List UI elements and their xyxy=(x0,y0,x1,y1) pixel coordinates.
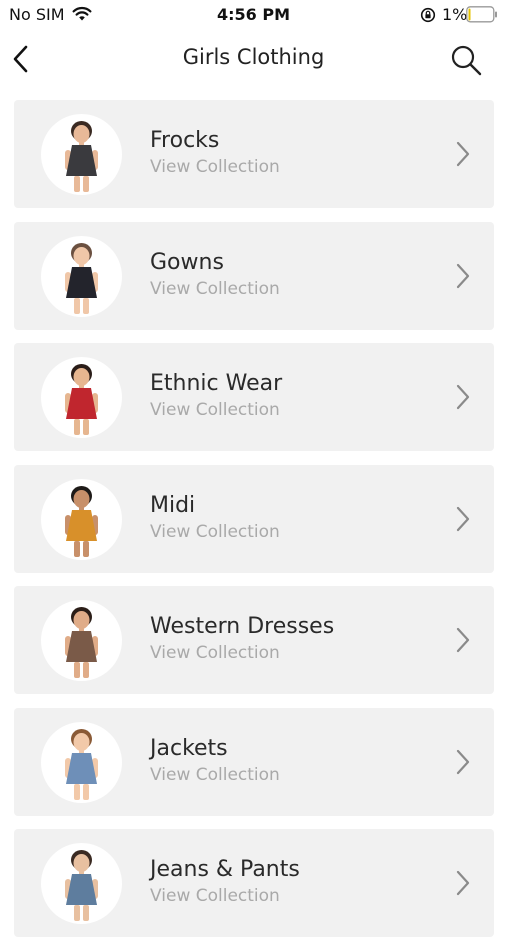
chevron-right-icon xyxy=(456,627,470,653)
page-title: Girls Clothing xyxy=(182,45,325,69)
view-collection-label: View Collection xyxy=(150,400,280,420)
category-card-ethnic-wear[interactable]: Ethnic Wear View Collection xyxy=(14,343,494,451)
category-card-western-dresses[interactable]: Western Dresses View Collection xyxy=(14,586,494,694)
category-thumbnail xyxy=(41,478,122,560)
child-figure xyxy=(65,850,98,921)
battery-percent: 1% xyxy=(442,5,468,24)
category-title: Jeans & Pants xyxy=(150,857,300,882)
view-collection-label: View Collection xyxy=(150,764,280,785)
battery-icon xyxy=(466,6,497,23)
category-thumbnail xyxy=(41,357,122,438)
category-card-jackets[interactable]: Jackets View Collection xyxy=(14,707,494,816)
category-title: Frocks xyxy=(150,128,220,153)
view-collection-label: View Collection xyxy=(150,643,280,663)
search-icon xyxy=(451,45,482,76)
view-collection-label: View Collection xyxy=(150,157,280,177)
orientation-lock-icon xyxy=(420,7,436,23)
chevron-right-icon xyxy=(456,749,470,774)
child-figure xyxy=(65,607,98,678)
chevron-right-icon xyxy=(456,384,470,410)
category-thumbnail xyxy=(41,114,122,195)
child-figure xyxy=(65,728,98,800)
category-card-midi[interactable]: Midi View Collection xyxy=(14,464,494,573)
category-thumbnail xyxy=(41,600,122,681)
chevron-right-icon xyxy=(456,870,470,896)
category-card-frocks[interactable]: Frocks View Collection xyxy=(14,100,494,208)
view-collection-label: View Collection xyxy=(150,886,280,906)
category-card-jeans-pants[interactable]: Jeans & Pants View Collection xyxy=(14,829,494,937)
navigation-header: Girls Clothing xyxy=(0,30,507,90)
category-title: Gowns xyxy=(150,249,224,275)
child-figure xyxy=(65,485,98,557)
view-collection-label: View Collection xyxy=(150,278,280,299)
child-figure xyxy=(65,364,98,435)
chevron-right-icon xyxy=(456,263,470,288)
category-thumbnail xyxy=(41,843,122,924)
child-figure xyxy=(65,121,98,192)
category-title: Western Dresses xyxy=(150,614,335,639)
category-card-gowns[interactable]: Gowns View Collection xyxy=(14,221,494,330)
category-list: Frocks View Collection Gowns View Collec… xyxy=(14,100,494,951)
category-title: Ethnic Wear xyxy=(150,371,283,396)
category-title: Jackets xyxy=(150,735,228,761)
category-thumbnail xyxy=(41,235,122,317)
chevron-right-icon xyxy=(456,141,470,167)
status-bar: No SIM 4:56 PM 1% xyxy=(0,0,507,30)
child-figure xyxy=(65,242,98,314)
chevron-right-icon xyxy=(456,506,470,531)
view-collection-label: View Collection xyxy=(150,521,280,542)
category-title: Midi xyxy=(150,492,196,518)
category-thumbnail xyxy=(41,721,122,803)
search-button[interactable] xyxy=(448,42,484,78)
